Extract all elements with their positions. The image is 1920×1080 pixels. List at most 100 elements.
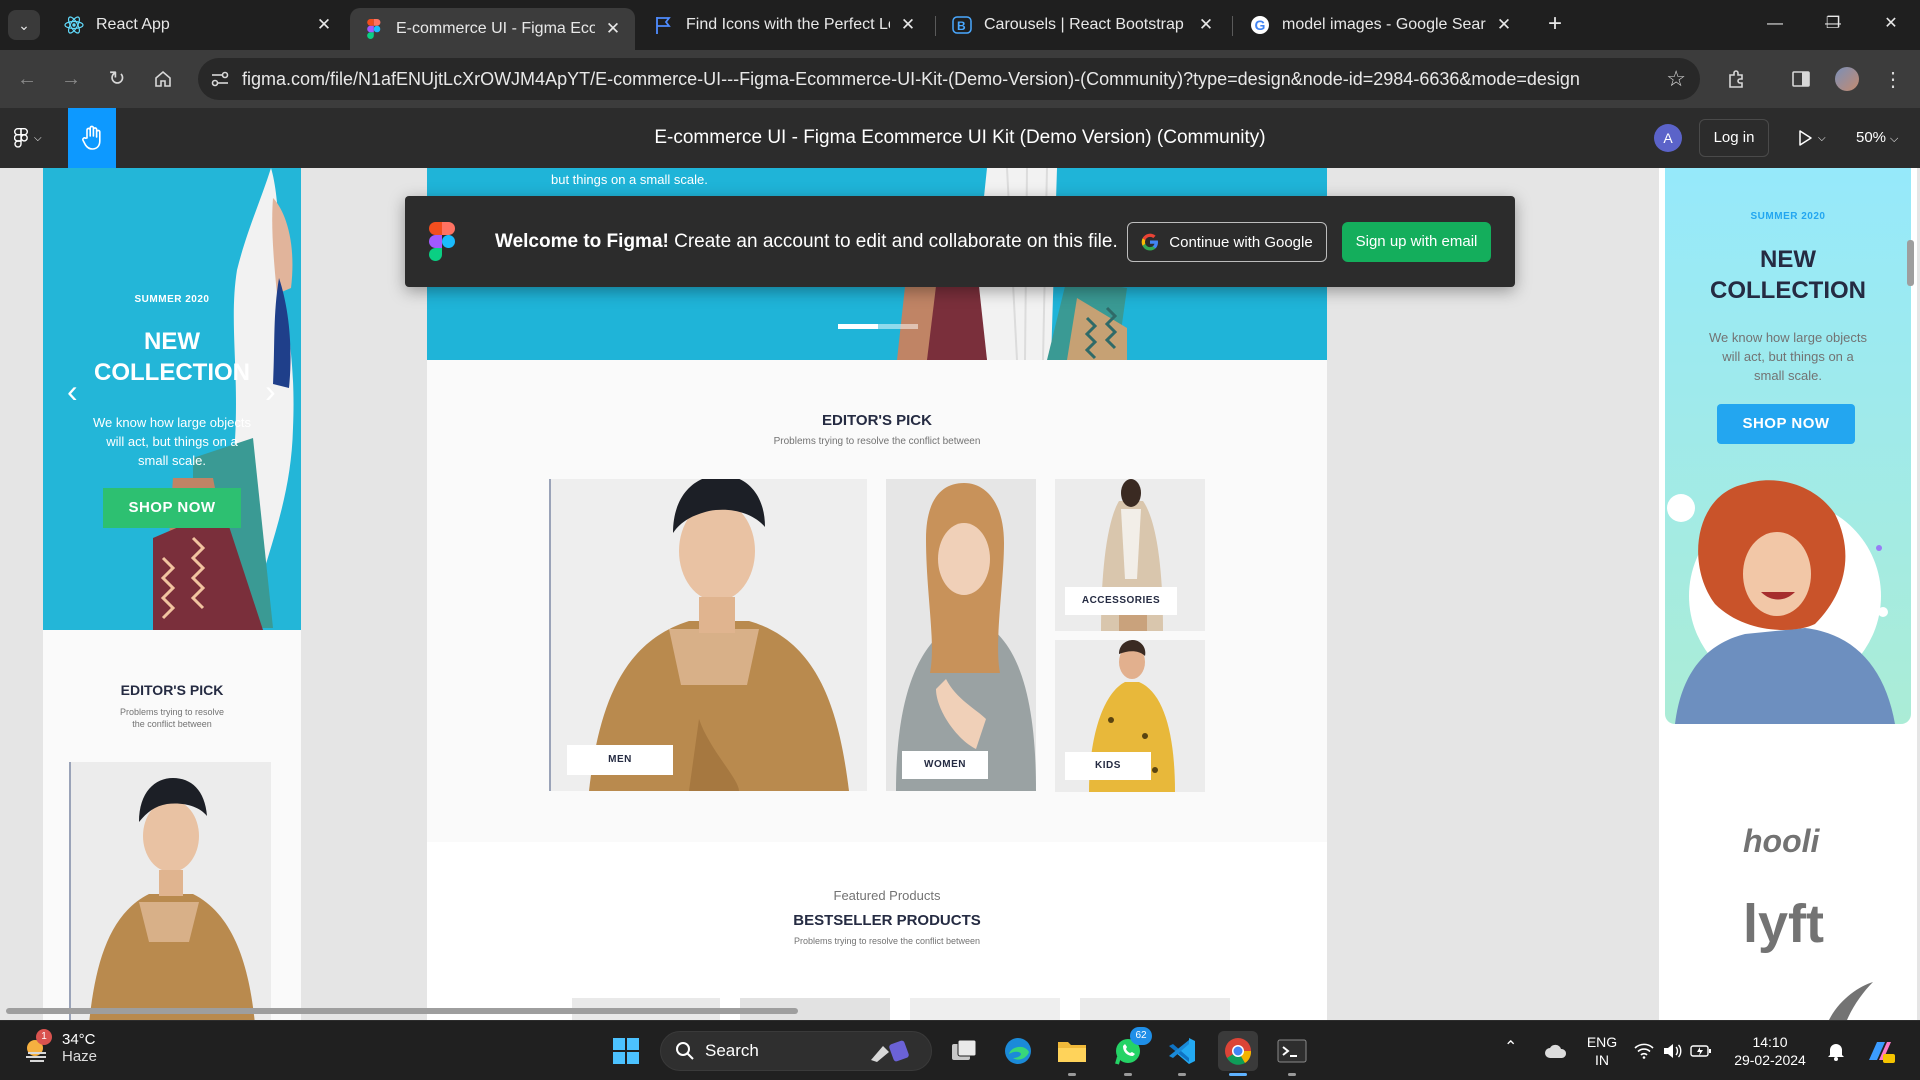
continue-with-google-button[interactable]: Continue with Google [1127, 222, 1327, 262]
weather-badge: 1 [36, 1029, 52, 1045]
chevron-down-icon: ⌵ [1818, 132, 1826, 144]
notifications-button[interactable] [1816, 1031, 1856, 1071]
tab-title: model images - Google Search [1282, 16, 1486, 33]
tab-find-icons[interactable]: Find Icons with the Perfect Look ✕ [640, 6, 930, 44]
tab-figma-ecommerce[interactable]: E-commerce UI - Figma Ecommerce UI Kit (… [350, 8, 635, 50]
desktop-frame[interactable]: but things on a small scale. EDITOR'S PI… [427, 168, 1327, 1020]
cloud-icon [1545, 1044, 1567, 1058]
tab-title: Carousels | React Bootstrap [984, 16, 1184, 33]
running-indicator [1124, 1073, 1132, 1076]
zoom-dropdown[interactable]: 50% ⌵ [1856, 108, 1898, 169]
tab-react-app[interactable]: React App ✕ [50, 6, 346, 44]
vscode-app[interactable] [1162, 1031, 1202, 1071]
editors-pick-subtitle-line1: Problems trying to resolve [119, 707, 225, 717]
profile-button[interactable] [1832, 64, 1862, 94]
terminal-app[interactable] [1272, 1031, 1312, 1071]
minimize-window-button[interactable]: — [1750, 6, 1800, 42]
file-title: E-commerce UI - Figma Ecommerce UI Kit (… [654, 127, 1266, 148]
tab-title: Find Icons with the Perfect Look [686, 16, 890, 33]
design-canvas[interactable]: SUMMER 2020 NEW COLLECTION We know how l… [0, 168, 1920, 1020]
hero-snippet-text: but things on a small scale. [551, 172, 708, 187]
wifi-icon [1634, 1043, 1654, 1059]
close-tab-icon[interactable]: ✕ [314, 15, 334, 35]
present-button[interactable]: ⌵ [1796, 126, 1836, 150]
arrow-right-icon: → [61, 68, 81, 90]
shop-now-button[interactable]: SHOP NOW [103, 488, 241, 528]
category-card-women[interactable]: WOMEN [886, 479, 1036, 791]
carousel-prev-icon[interactable]: ‹ [67, 373, 78, 410]
hero-heading-line2: COLLECTION [94, 359, 250, 386]
file-explorer-app[interactable] [1052, 1031, 1092, 1071]
category-card-kids[interactable]: KIDS [1055, 640, 1205, 792]
mobile-frame-right[interactable]: SUMMER 2020 NEW COLLECTION We know how l… [1659, 168, 1917, 1020]
vertical-scrollbar[interactable] [1907, 240, 1914, 286]
category-label-kids: KIDS [1065, 752, 1151, 780]
weather-icon: 1 [22, 1029, 52, 1063]
quick-settings[interactable] [1628, 1031, 1718, 1071]
lyft-logo: lyft [1743, 894, 1824, 954]
language-line1: ENG [1586, 1034, 1618, 1050]
category-card-men[interactable]: MEN [549, 479, 867, 791]
forward-button[interactable]: → [56, 64, 86, 94]
close-tab-icon[interactable]: ✕ [1494, 15, 1514, 35]
tray-overflow-chevron-icon[interactable]: ⌃ [1504, 1039, 1517, 1057]
back-button[interactable]: ← [12, 64, 42, 94]
url-bar[interactable]: figma.com/file/N1afENUjtLcXrOWJM4ApYT/E-… [198, 58, 1700, 100]
carousel-next-icon[interactable]: › [265, 373, 276, 410]
mobile-frame-left[interactable]: SUMMER 2020 NEW COLLECTION We know how l… [43, 168, 301, 1020]
edge-app[interactable] [998, 1031, 1038, 1071]
close-window-button[interactable]: ✕ [1866, 6, 1916, 42]
welcome-banner: Welcome to Figma! Create an account to e… [405, 196, 1515, 287]
hero-body-line1: We know how large objects [92, 415, 251, 430]
horizontal-scrollbar[interactable] [6, 1008, 798, 1014]
browser-menu-button[interactable]: ⋮ [1878, 64, 1908, 94]
hero-heading-line1: NEW [144, 328, 200, 355]
hand-tool-button[interactable] [68, 108, 116, 168]
onedrive-tray[interactable] [1536, 1031, 1576, 1071]
bell-icon [1828, 1044, 1844, 1061]
reload-button[interactable]: ↻ [102, 64, 132, 94]
avatar[interactable]: A [1654, 124, 1682, 152]
figma-main-menu[interactable]: ⌵ [14, 124, 54, 152]
tab-title: React App [96, 16, 170, 33]
log-in-button[interactable]: Log in [1699, 119, 1769, 157]
language-indicator[interactable]: ENG IN [1582, 1033, 1622, 1069]
taskbar-search[interactable]: Search [660, 1031, 932, 1071]
copilot-search-icon [871, 1040, 909, 1062]
tab-title: E-commerce UI - Figma Ecommerce UI Kit (… [396, 20, 595, 37]
whatsapp-badge: 62 [1130, 1027, 1152, 1045]
editors-pick-subtitle: Problems trying to resolve the conflict … [773, 436, 981, 447]
copilot-button[interactable] [1860, 1031, 1900, 1071]
home-icon [155, 70, 171, 87]
product-card[interactable] [1080, 998, 1230, 1020]
clock[interactable]: 14:10 29-02-2024 [1730, 1033, 1810, 1069]
task-view-button[interactable] [944, 1031, 984, 1071]
category-card-accessories[interactable]: ACCESSORIES [1055, 479, 1205, 631]
close-tab-icon[interactable]: ✕ [898, 15, 918, 35]
tab-search-button[interactable]: ⌄ [8, 10, 40, 40]
figma-logo-icon [14, 128, 28, 148]
close-tab-icon[interactable]: ✕ [603, 19, 623, 39]
copilot-icon [1869, 1042, 1895, 1063]
tab-separator [935, 16, 936, 36]
hero-body-line2: will act, but things on a [1722, 349, 1854, 364]
new-tab-button[interactable]: + [1540, 11, 1570, 39]
bookmark-star-icon[interactable]: ☆ [1666, 66, 1686, 92]
weather-widget[interactable]: 1 34°C Haze [22, 1029, 97, 1065]
close-tab-icon[interactable]: ✕ [1196, 15, 1216, 35]
restore-button[interactable]: ❐ [1808, 6, 1858, 42]
editors-pick-subtitle-line2: the conflict between [132, 719, 212, 729]
url-text: figma.com/file/N1afENUjtLcXrOWJM4ApYT/E-… [242, 69, 1580, 89]
tab-google-search[interactable]: G model images - Google Search ✕ [1236, 6, 1526, 44]
home-button[interactable] [148, 64, 178, 94]
product-card[interactable] [910, 998, 1060, 1020]
whatsapp-app[interactable]: 62 [1108, 1027, 1152, 1071]
bestseller-title: BESTSELLER PRODUCTS [793, 912, 981, 929]
sign-up-email-button[interactable]: Sign up with email [1342, 222, 1491, 262]
chrome-icon [1225, 1038, 1252, 1065]
side-panel-button[interactable] [1786, 64, 1816, 94]
start-button[interactable] [606, 1031, 646, 1071]
chrome-app[interactable] [1218, 1031, 1258, 1071]
extensions-button[interactable] [1722, 64, 1752, 94]
tab-react-bootstrap[interactable]: B Carousels | React Bootstrap ✕ [938, 6, 1228, 44]
